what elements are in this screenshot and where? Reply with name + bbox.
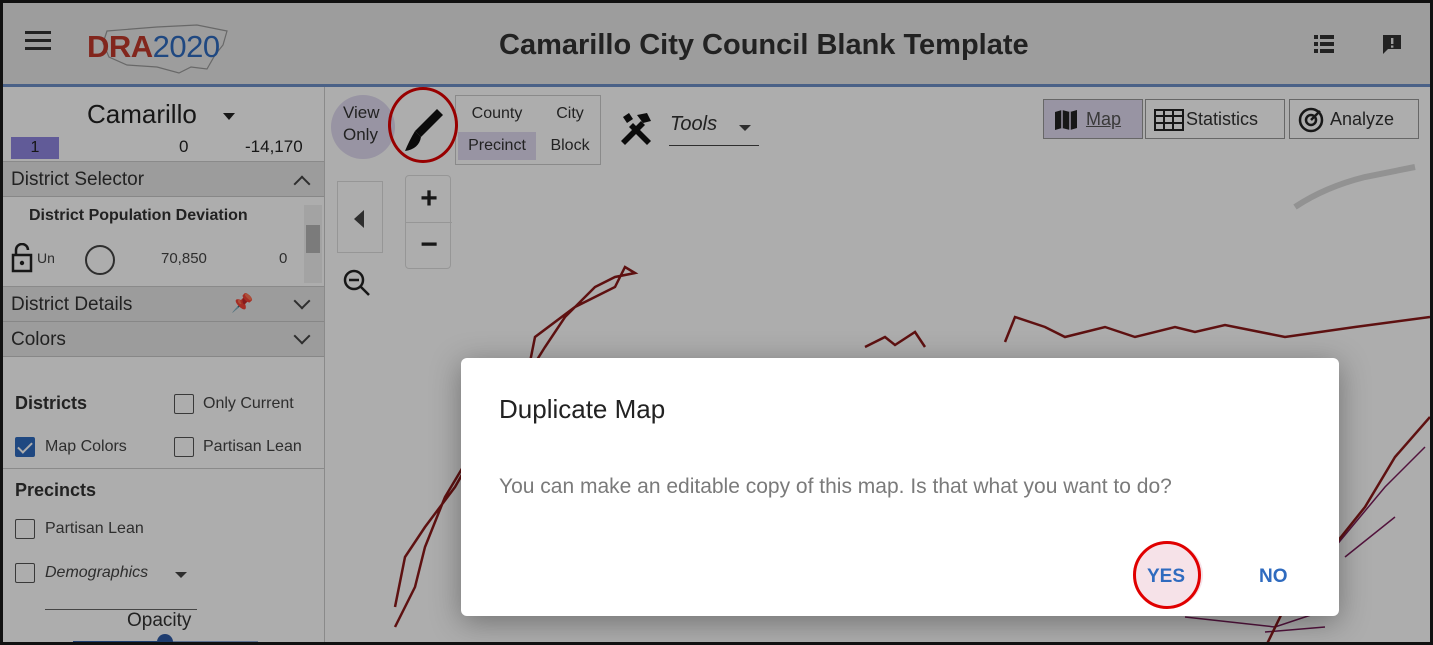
duplicate-map-dialog: Duplicate Map You can make an editable c… bbox=[461, 358, 1339, 616]
no-button[interactable]: NO bbox=[1259, 566, 1288, 588]
dialog-title: Duplicate Map bbox=[499, 394, 666, 424]
dialog-message: You can make an editable copy of this ma… bbox=[499, 475, 1172, 498]
app-window: DRA2020 Camarillo City Council Blank Tem… bbox=[0, 0, 1433, 645]
highlight-ring bbox=[1133, 541, 1201, 609]
